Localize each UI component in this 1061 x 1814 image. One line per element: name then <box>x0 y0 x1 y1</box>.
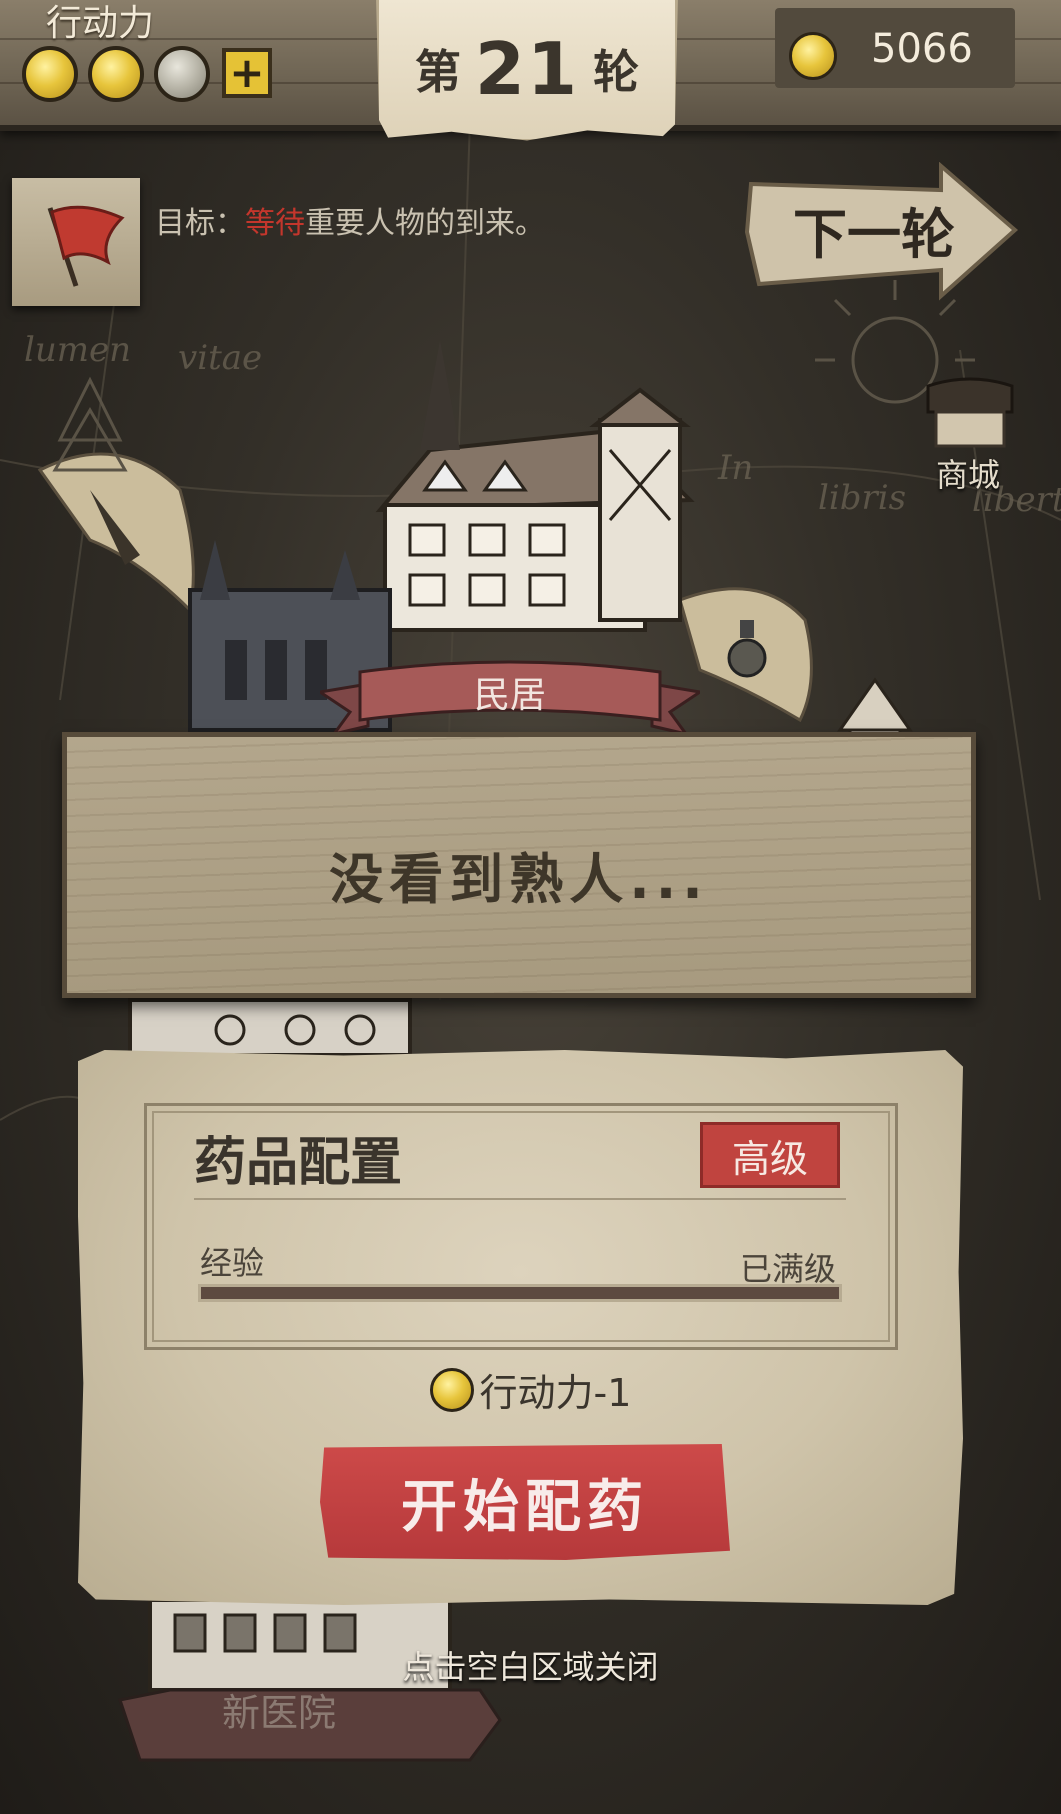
location-ribbon: 民居 <box>320 652 700 742</box>
location-name: 民居 <box>473 675 546 716</box>
start-brewing-button[interactable]: 开始配药 <box>320 1444 730 1560</box>
objective-highlight: 等待 <box>245 206 305 241</box>
location-message: 没看到熟人... <box>329 848 709 911</box>
action-point-full-icon <box>22 46 78 102</box>
round-prefix: 第 <box>414 45 461 99</box>
exp-progress-bar <box>198 1284 842 1302</box>
map-script-text: vitae <box>178 338 263 378</box>
shop-label: 商城 <box>936 456 1001 494</box>
saw-pin-icon <box>37 452 195 614</box>
gold-amount: 5066 <box>871 26 973 72</box>
objective-prefix: 目标： <box>155 206 245 241</box>
top-bar: 行动力 + 第 21 轮 5066 <box>0 0 1061 141</box>
action-cost-text: 行动力-1 <box>479 1371 632 1415</box>
gold-coin-icon <box>789 32 837 80</box>
building-icon <box>128 998 412 1057</box>
map-script-text: lumen <box>24 330 132 370</box>
gold-display: 5066 <box>775 8 1015 88</box>
shop-stall-icon <box>926 377 1014 448</box>
objective-text: 目标：等待重要人物的到来。 <box>155 198 545 242</box>
action-points-label: 行动力 <box>46 3 155 44</box>
action-point-icon <box>429 1367 474 1412</box>
exp-label: 经验 <box>200 1244 265 1282</box>
round-suffix: 轮 <box>593 45 640 99</box>
tier-badge: 高级 <box>700 1122 840 1188</box>
recipe-title: 药品配置 <box>194 1133 403 1193</box>
map-script-text: In <box>718 448 754 488</box>
flag-icon <box>47 205 125 287</box>
close-hint: 点击空白区域关闭 <box>402 1648 659 1686</box>
objective-rest: 重要人物的到来。 <box>305 206 545 241</box>
objective-flag-button[interactable] <box>12 178 140 306</box>
map-script-text: libris <box>818 478 907 518</box>
hospital-location-label[interactable]: 新医院 <box>222 1682 336 1737</box>
message-board: 没看到熟人... <box>62 732 976 998</box>
house-building-icon <box>375 340 695 632</box>
add-action-points-button[interactable]: + <box>222 48 272 98</box>
divider <box>194 1198 846 1200</box>
action-point-empty-icon <box>154 46 210 102</box>
action-cost: 行动力-1 <box>0 1362 1061 1417</box>
next-round-label: 下一轮 <box>793 203 955 266</box>
exp-progress-fill <box>201 1287 839 1299</box>
round-number: 21 <box>474 27 580 111</box>
next-round-button[interactable]: 下一轮 <box>744 161 1020 302</box>
action-point-full-icon <box>88 46 144 102</box>
round-counter: 第 21 轮 <box>376 0 678 141</box>
